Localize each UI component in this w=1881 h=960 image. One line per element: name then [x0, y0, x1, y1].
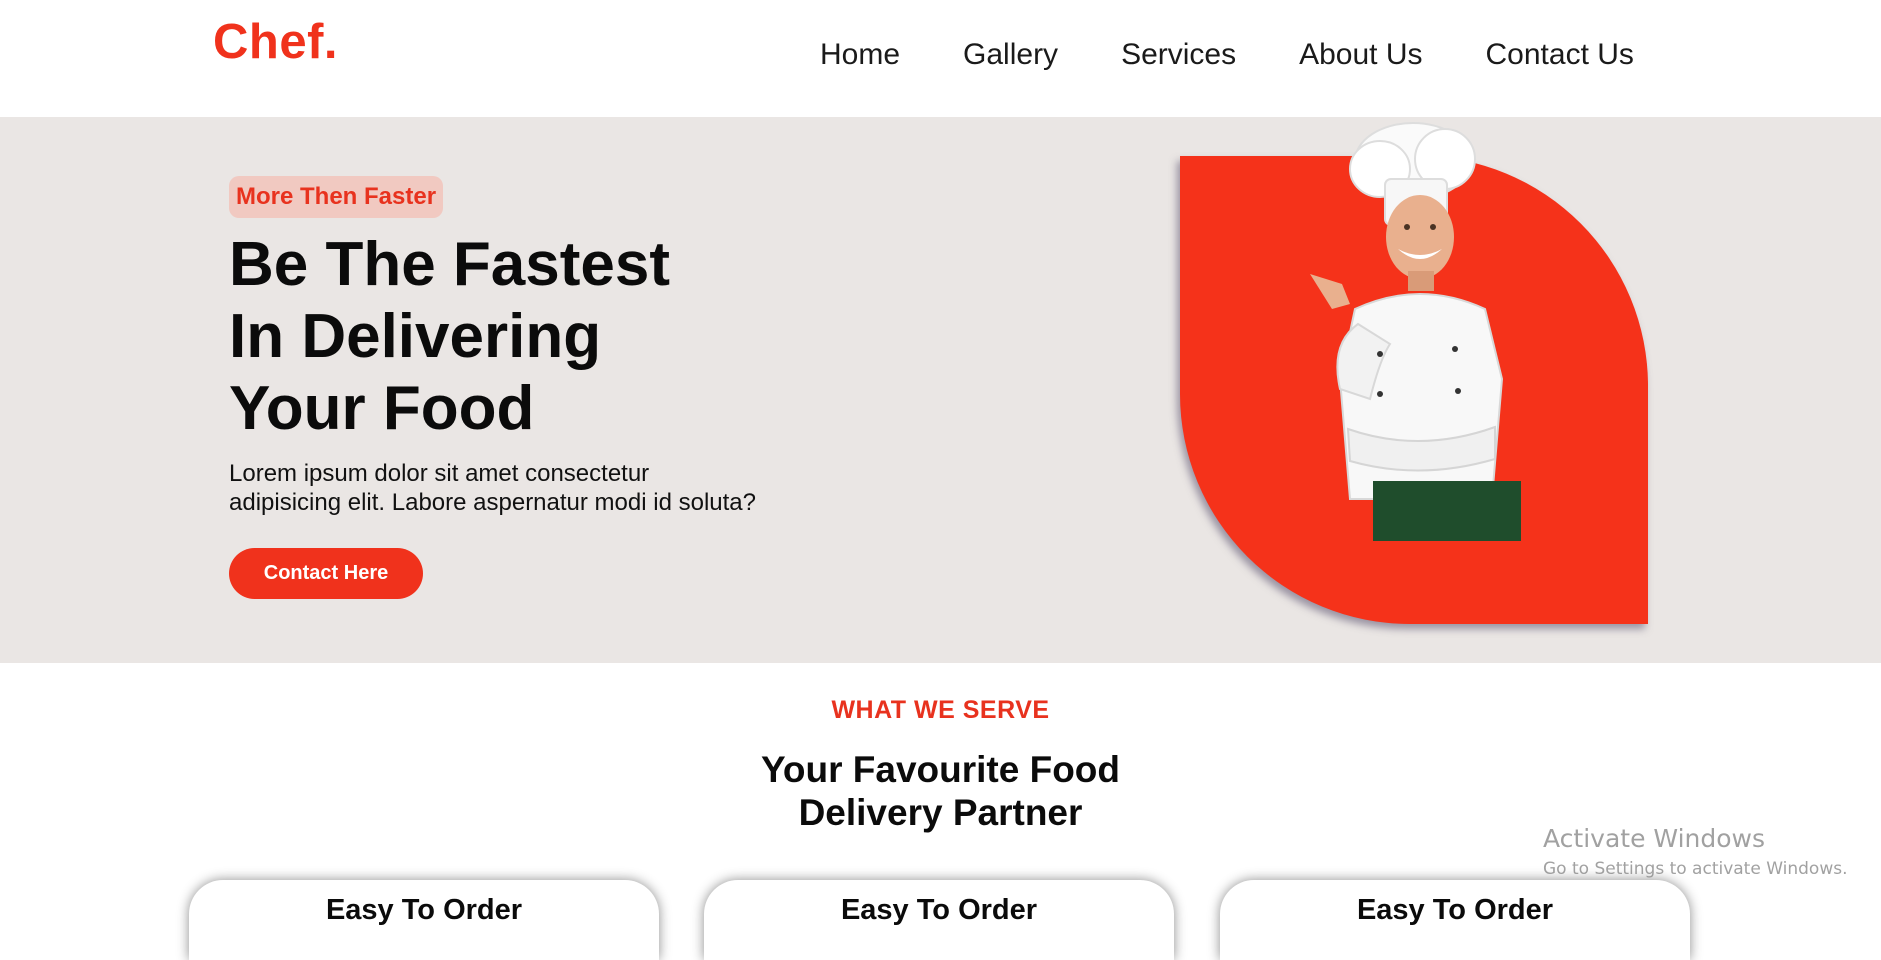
hero-description-line: Lorem ipsum dolor sit amet consectetur — [229, 460, 650, 487]
contact-here-button[interactable]: Contact Here — [229, 548, 423, 599]
watermark-title: Activate Windows — [1543, 824, 1765, 853]
section-title: Your Favourite Food Delivery Partner — [0, 748, 1881, 834]
nav-home[interactable]: Home — [820, 38, 900, 72]
watermark-subtitle: Go to Settings to activate Windows. — [1543, 859, 1848, 879]
nav-about-us[interactable]: About Us — [1299, 38, 1422, 72]
activate-windows-watermark: Activate Windows Go to Settings to activ… — [1543, 824, 1848, 879]
feature-card-title: Easy To Order — [840, 894, 1038, 926]
site-header: Chef. Home Gallery Services About Us Con… — [0, 0, 1881, 117]
hero-description-line: adipisicing elit. Labore aspernatur modi… — [229, 489, 756, 516]
feature-card: Easy To Order — [189, 880, 659, 960]
chef-illustration-icon — [1310, 122, 1521, 541]
nav-gallery[interactable]: Gallery — [963, 38, 1058, 72]
feature-card-title: Easy To Order — [325, 894, 523, 926]
section-kicker: WHAT WE SERVE — [831, 696, 1050, 724]
hero-title: Be The Fastest In Delivering Your Food — [229, 229, 789, 445]
hero-badge: More Then Faster — [229, 176, 444, 218]
logo[interactable]: Chef. — [213, 14, 338, 70]
hero-section: More Then Faster Be The Fastest In Deliv… — [0, 117, 1881, 663]
hero-description: Lorem ipsum dolor sit amet consectetur a… — [229, 459, 809, 517]
nav-contact-us[interactable]: Contact Us — [1486, 38, 1634, 72]
feature-card-title: Easy To Order — [1356, 894, 1554, 926]
nav-services[interactable]: Services — [1121, 38, 1236, 72]
feature-card: Easy To Order — [1220, 880, 1690, 960]
section-title-line: Your Favourite Food — [760, 749, 1121, 790]
feature-card: Easy To Order — [704, 880, 1174, 960]
hero-title-line: Your Food — [229, 374, 535, 443]
hero-title-line: Be The Fastest — [229, 230, 671, 299]
main-nav: Home Gallery Services About Us Contact U… — [820, 38, 1634, 72]
hero-title-line: In Delivering — [229, 302, 602, 371]
